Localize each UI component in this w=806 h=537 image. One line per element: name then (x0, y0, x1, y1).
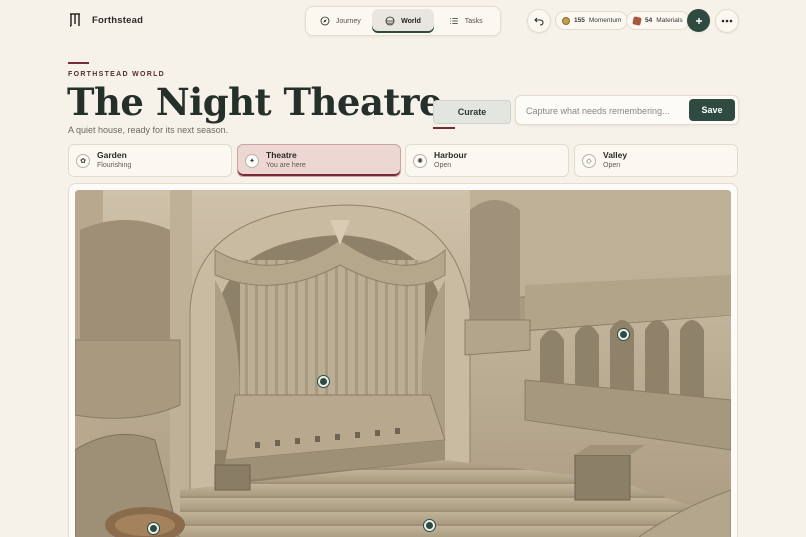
save-button[interactable]: Save (689, 99, 735, 121)
plus-icon (695, 17, 702, 24)
page-title: The Night Theatre (67, 80, 443, 124)
tab-tasks[interactable]: Tasks (434, 9, 497, 33)
brand[interactable]: Forthstead (68, 12, 143, 28)
more-icon (721, 19, 733, 23)
sun-icon: ✺ (413, 153, 427, 168)
theatre-scene (75, 190, 731, 537)
momentum-stat[interactable]: 155 Momentum (555, 11, 629, 30)
location-status: Flourishing (97, 162, 132, 169)
curate-underline (433, 127, 455, 129)
eyebrow: FORTHSTEAD WORLD (68, 71, 166, 78)
momentum-label: Momentum (588, 17, 622, 24)
page-subtitle: A quiet house, ready for its next season… (68, 125, 229, 135)
materials-brick-icon (632, 15, 642, 26)
sparkle-icon: ✦ (245, 153, 259, 168)
capture-bar: Save (515, 95, 739, 125)
location-name: Garden (97, 150, 127, 160)
scene-marker-stage[interactable] (318, 376, 329, 387)
tab-journey[interactable]: Journey (309, 9, 372, 33)
location-name: Harbour (434, 150, 468, 160)
main-nav: Journey World Tasks (305, 6, 501, 36)
tab-world[interactable]: World (371, 9, 435, 33)
scene-marker-balcony[interactable] (618, 329, 629, 340)
globe-icon (385, 16, 395, 26)
location-valley[interactable]: ◇ Valley Open (574, 144, 738, 177)
eyebrow-rule (68, 62, 89, 64)
diamond-icon: ◇ (582, 153, 596, 168)
location-status: Open (434, 162, 452, 169)
tab-journey-label: Journey (335, 17, 361, 25)
scene-marker-floor[interactable] (424, 520, 435, 531)
location-theatre[interactable]: ✦ Theatre You are here (237, 144, 401, 177)
forthstead-mark-icon (70, 13, 80, 27)
curate-button[interactable]: Curate (433, 100, 511, 124)
location-status: Open (603, 162, 621, 169)
location-name: Valley (603, 150, 628, 160)
materials-stat[interactable]: 54 Materials (626, 11, 690, 30)
scene-marker-cat[interactable] (148, 523, 159, 534)
more-button[interactable] (715, 9, 739, 33)
brand-name: Forthstead (92, 14, 144, 26)
undo-icon (534, 17, 544, 26)
undo-button[interactable] (527, 9, 551, 33)
flower-icon: ✿ (76, 153, 90, 168)
compass-icon (320, 16, 330, 26)
location-status: You are here (266, 162, 306, 169)
add-button[interactable] (687, 9, 710, 32)
capture-input[interactable] (526, 103, 686, 118)
tab-world-label: World (401, 17, 421, 25)
momentum-coin-icon (562, 16, 570, 25)
theatre-illustration (75, 190, 731, 537)
list-icon (449, 18, 458, 24)
location-name: Theatre (266, 150, 297, 160)
materials-label: Materials (656, 17, 683, 24)
materials-value: 54 (645, 17, 653, 24)
location-harbour[interactable]: ✺ Harbour Open (405, 144, 569, 177)
momentum-value: 155 (574, 17, 585, 24)
location-garden[interactable]: ✿ Garden Flourishing (68, 144, 232, 177)
tab-tasks-label: Tasks (464, 17, 483, 25)
